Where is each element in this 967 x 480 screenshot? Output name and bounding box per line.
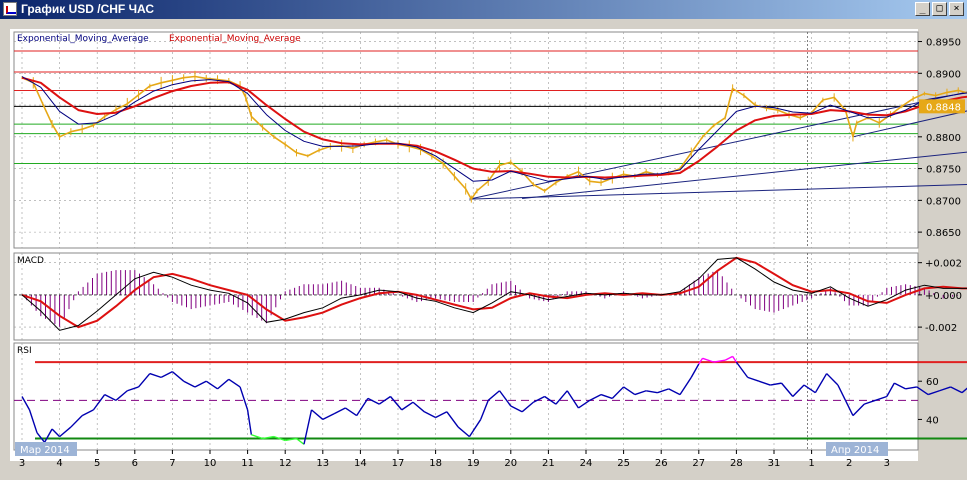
- price-axis-label: 0.8650: [926, 228, 961, 239]
- close-button[interactable]: ×: [949, 2, 964, 16]
- x-axis-label: 13: [316, 458, 329, 469]
- x-axis-label: 20: [504, 458, 517, 469]
- rsi-label: RSI: [17, 346, 32, 356]
- rsi-axis-label: 40: [926, 415, 939, 426]
- x-axis-label: 18: [429, 458, 442, 469]
- month-label: Апр 2014: [831, 445, 879, 456]
- last-price-label: 0.8848: [926, 102, 961, 113]
- x-axis-label: 19: [467, 458, 480, 469]
- x-axis-label: 31: [768, 458, 781, 469]
- x-axis-label: 21: [542, 458, 555, 469]
- price-axis-label: 0.8800: [926, 133, 961, 144]
- rsi-axis-label: 60: [926, 377, 939, 388]
- month-label: Мар 2014: [20, 445, 70, 456]
- x-axis-label: 26: [655, 458, 668, 469]
- x-axis-label: 5: [94, 458, 100, 469]
- x-axis-label: 2: [846, 458, 852, 469]
- macd-axis-label: -0.002: [925, 323, 957, 334]
- x-axis-label: 27: [692, 458, 705, 469]
- x-axis-label: 17: [392, 458, 405, 469]
- x-axis-label: 28: [730, 458, 743, 469]
- x-axis-label: 24: [580, 458, 593, 469]
- window-title: График USD /CHF ЧАС: [21, 2, 155, 16]
- x-axis-label: 1: [808, 458, 814, 469]
- x-axis-label: 10: [204, 458, 217, 469]
- maximize-button[interactable]: □: [932, 2, 947, 16]
- x-axis-label: 7: [169, 458, 175, 469]
- x-axis-label: 25: [617, 458, 630, 469]
- x-axis-label: 11: [241, 458, 254, 469]
- macd-axis-label: +0.000: [925, 291, 962, 302]
- legend-ema-fast: Exponential_Moving_Average: [17, 34, 149, 44]
- macd-label: MACD: [17, 256, 44, 266]
- chart-window: График USD /CHF ЧАС _ □ × 0.8950 0.8900 0.…: [0, 0, 967, 480]
- x-axis-label: 3: [19, 458, 25, 469]
- price-axis-label: 0.8750: [926, 165, 961, 176]
- title-bar[interactable]: График USD /CHF ЧАС _ □ ×: [0, 0, 967, 19]
- chart-app-icon: [3, 2, 17, 16]
- price-axis-label: 0.8900: [926, 69, 961, 80]
- price-axis-label: 0.8950: [926, 38, 961, 49]
- price-axis-label: 0.8700: [926, 196, 961, 207]
- x-axis-label: 6: [132, 458, 138, 469]
- price-panel: [13, 31, 919, 249]
- x-axis-label: 3: [884, 458, 890, 469]
- x-axis-label: 12: [279, 458, 292, 469]
- macd-axis-label: +0.002: [925, 259, 962, 270]
- x-axis-label: 14: [354, 458, 367, 469]
- minimize-button[interactable]: _: [915, 2, 930, 16]
- chart-canvas[interactable]: 0.89500.89000.88500.88000.87500.87000.86…: [0, 19, 967, 480]
- x-axis-label: 4: [56, 458, 62, 469]
- legend-ema-slow: Exponential_Moving_Average: [169, 34, 301, 44]
